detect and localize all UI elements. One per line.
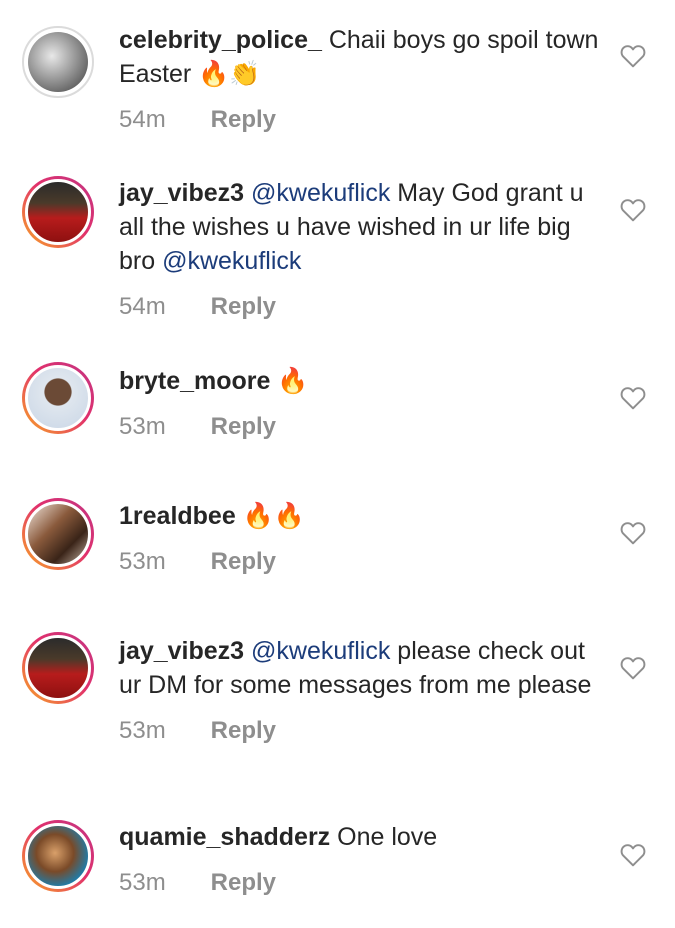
- profile-photo-icon: [28, 32, 88, 92]
- heart-icon[interactable]: [620, 521, 646, 545]
- comment-text: One love: [337, 823, 438, 851]
- mention-link[interactable]: @kwekuflick: [251, 637, 390, 665]
- comment-meta: 53m Reply: [119, 716, 599, 746]
- comment-username[interactable]: bryte_moore: [119, 367, 270, 395]
- clapping-hands-emoji: 👏: [229, 59, 261, 88]
- mention-link[interactable]: @kwekuflick: [162, 247, 301, 275]
- heart-icon[interactable]: [620, 198, 646, 222]
- avatar[interactable]: [22, 632, 94, 704]
- comment-body: bryte_moore 🔥 53m Reply: [119, 364, 599, 442]
- comment-username[interactable]: jay_vibez3: [119, 637, 244, 665]
- heart-icon[interactable]: [620, 44, 646, 68]
- comment-username[interactable]: celebrity_police_: [119, 26, 322, 54]
- comment-timestamp: 53m: [119, 548, 166, 575]
- comment-body: jay_vibez3 @kwekuflick please check out …: [119, 634, 599, 746]
- profile-photo-icon: [25, 823, 91, 889]
- comment-meta: 53m Reply: [119, 868, 599, 898]
- reply-button[interactable]: Reply: [211, 293, 276, 320]
- fire-emoji: 🔥: [277, 366, 309, 395]
- reply-button[interactable]: Reply: [211, 106, 276, 133]
- profile-photo-icon: [25, 365, 91, 431]
- reply-button[interactable]: Reply: [211, 869, 276, 896]
- mention-link[interactable]: @kwekuflick: [251, 179, 390, 207]
- comment-meta: 54m Reply: [119, 292, 599, 322]
- comment-timestamp: 54m: [119, 106, 166, 133]
- comment-username[interactable]: quamie_shadderz: [119, 823, 330, 851]
- comment-body: 1realdbee 🔥🔥 53m Reply: [119, 499, 599, 577]
- comment-meta: 53m Reply: [119, 547, 599, 577]
- heart-icon[interactable]: [620, 386, 646, 410]
- profile-photo-icon: [25, 635, 91, 701]
- comment-meta: 54m Reply: [119, 105, 599, 135]
- comment-meta: 53m Reply: [119, 412, 599, 442]
- comment-timestamp: 53m: [119, 413, 166, 440]
- avatar[interactable]: [22, 26, 94, 98]
- comment-body: jay_vibez3 @kwekuflick May God grant u a…: [119, 176, 599, 322]
- comment-timestamp: 53m: [119, 869, 166, 896]
- comment-username[interactable]: 1realdbee: [119, 502, 236, 530]
- avatar[interactable]: [22, 498, 94, 570]
- profile-photo-icon: [25, 179, 91, 245]
- comment-username[interactable]: jay_vibez3: [119, 179, 244, 207]
- avatar[interactable]: [22, 820, 94, 892]
- avatar[interactable]: [22, 362, 94, 434]
- heart-icon[interactable]: [620, 656, 646, 680]
- fire-emoji: 🔥: [198, 59, 230, 88]
- profile-photo-icon: [25, 501, 91, 567]
- reply-button[interactable]: Reply: [211, 548, 276, 575]
- reply-button[interactable]: Reply: [211, 413, 276, 440]
- comment-body: celebrity_police_ Chaii boys go spoil to…: [119, 23, 599, 135]
- reply-button[interactable]: Reply: [211, 717, 276, 744]
- comment-timestamp: 54m: [119, 293, 166, 320]
- avatar[interactable]: [22, 176, 94, 248]
- fire-emoji: 🔥🔥: [242, 501, 305, 530]
- comment-body: quamie_shadderz One love 53m Reply: [119, 820, 599, 898]
- comment-timestamp: 53m: [119, 717, 166, 744]
- heart-icon[interactable]: [620, 843, 646, 867]
